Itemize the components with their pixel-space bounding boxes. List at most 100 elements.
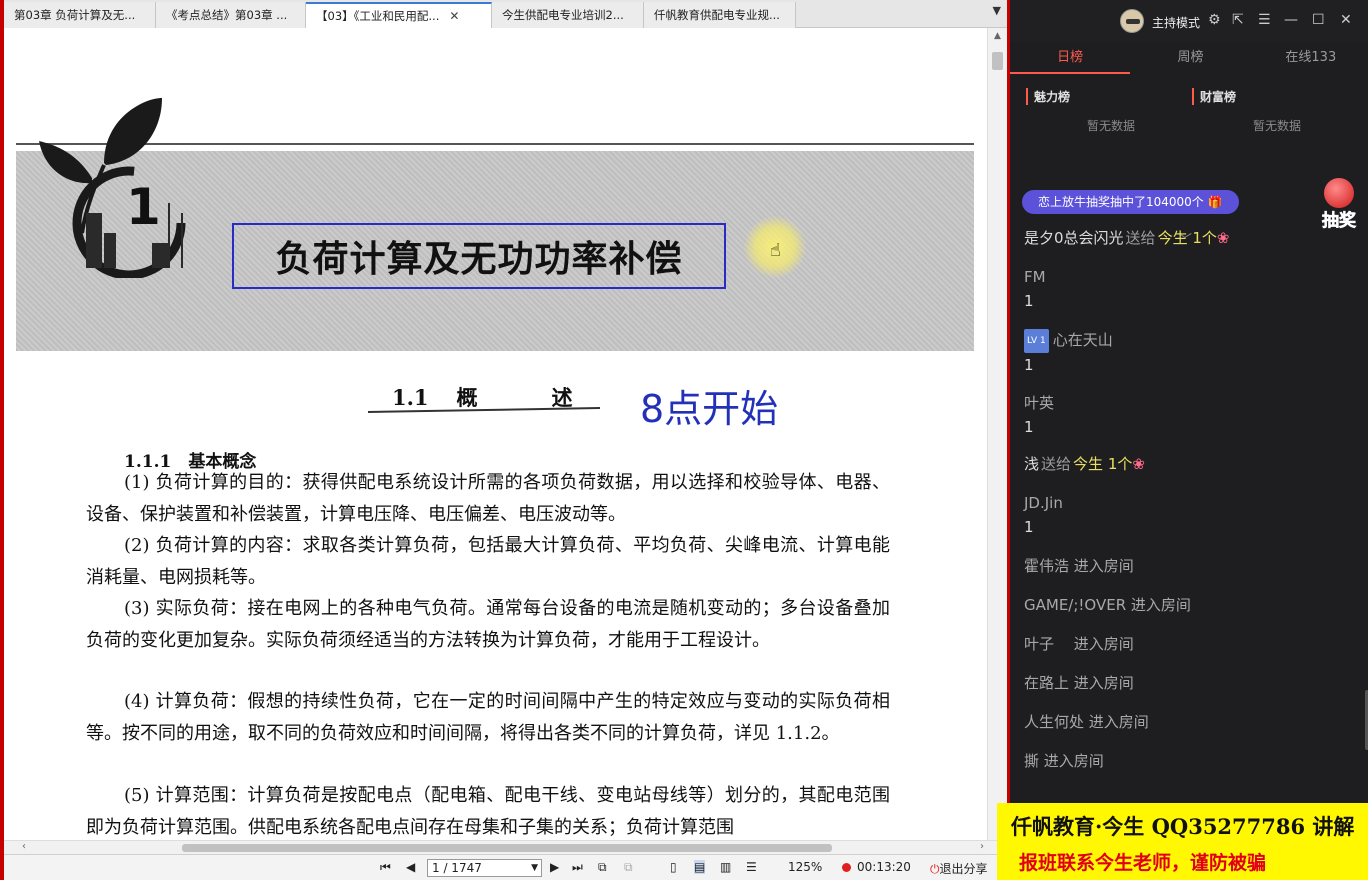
level-badge: LV 1 xyxy=(1024,328,1049,353)
chevron-down-icon[interactable]: ▼ xyxy=(531,860,538,876)
chat-enter-message: 在路上 进入房间 xyxy=(1024,672,1134,693)
charm-ranking-empty: 暂无数据 xyxy=(1086,119,1135,133)
lottery-banner: 恋上放牛抽奖抽中了104000个 🎁 xyxy=(1022,190,1239,214)
tab-weekly[interactable]: 周榜 xyxy=(1130,42,1250,74)
live-stream-panel: 主持模式 ⚙ ⇱ ☰ — ☐ ✕ 日榜 周榜 在线133 魅力榜 暂无数据 财富… xyxy=(1007,0,1368,880)
section-title-char-2: 述 xyxy=(551,385,573,410)
two-page-view-icon[interactable]: ▥ xyxy=(720,860,731,874)
chat-enter-text: 进入房间 xyxy=(1130,596,1191,614)
chat-enter-text: 进入房间 xyxy=(1088,713,1149,731)
chat-enter-message: GAME/;!OVER 进入房间 xyxy=(1024,594,1191,615)
close-icon[interactable]: ✕ xyxy=(1340,12,1352,28)
chat-user: 霍伟浩 xyxy=(1024,557,1070,575)
paragraph-5: (5) 计算范围：计算负荷是按配电点（配电箱、配电干线、变电站母线等）划分的，其… xyxy=(86,785,890,838)
single-page-view-icon[interactable]: ▯ xyxy=(670,860,677,874)
chat-message: JD.Jin 1 xyxy=(1024,491,1063,539)
horizontal-scroll-thumb[interactable] xyxy=(182,844,832,852)
wealth-ranking-title: 财富榜 xyxy=(1192,88,1362,105)
recording-timer: 00:13:20 xyxy=(842,860,911,874)
first-page-icon[interactable]: ⏮ xyxy=(380,860,391,875)
paste-page-icon[interactable]: ⧉ xyxy=(624,860,633,875)
ranking-tabs: 日榜 周榜 在线133 xyxy=(1010,42,1368,74)
continuous-view-icon[interactable]: ▤ xyxy=(694,860,706,874)
chat-user: FM xyxy=(1024,268,1046,286)
tab-label: 第03章 负荷计算及无... xyxy=(14,8,136,22)
chat-enter-message: 霍伟浩 进入房间 xyxy=(1024,555,1134,576)
handwritten-annotation: 8点开始 xyxy=(640,387,779,431)
tab-label: 【03】《工业和民用配... xyxy=(316,9,440,23)
scroll-left-icon[interactable]: ‹ xyxy=(22,841,26,852)
chat-action: 送给 xyxy=(1125,229,1156,247)
vertical-scroll-thumb[interactable] xyxy=(992,52,1003,70)
wealth-ranking: 财富榜 暂无数据 xyxy=(1192,88,1362,134)
document-tab-3-active[interactable]: 【03】《工业和民用配... ✕ xyxy=(306,2,492,28)
chat-gift-target: 今生 xyxy=(1157,229,1188,247)
horizontal-scrollbar[interactable]: ‹ › xyxy=(4,840,1007,854)
minimize-icon[interactable]: — xyxy=(1284,12,1298,28)
document-tab-4[interactable]: 今生供配电专业培训2... xyxy=(492,2,644,28)
next-page-icon[interactable]: ▶ xyxy=(550,860,559,874)
avatar[interactable] xyxy=(1120,9,1144,33)
lottery-draw-label: 抽奖 xyxy=(1322,211,1357,232)
document-tab-1[interactable]: 第03章 负荷计算及无... xyxy=(4,2,156,28)
vertical-scrollbar[interactable]: ▲ xyxy=(987,28,1007,840)
chat-enter-message: 撕 进入房间 xyxy=(1024,750,1104,771)
last-page-icon[interactable]: ⏭ xyxy=(572,860,583,875)
chat-user: 人生何处 xyxy=(1024,713,1085,731)
scroll-right-icon[interactable]: › xyxy=(980,841,984,852)
chat-gift-count: 1个 xyxy=(1192,229,1217,247)
zoom-level[interactable]: 125% xyxy=(788,860,822,874)
copy-page-icon[interactable]: ⧉ xyxy=(598,860,607,875)
pdf-viewer: 第03章 负荷计算及无... 《考点总结》第03章 ... 【03】《工业和民用… xyxy=(0,0,1007,880)
chat-action: 送给 xyxy=(1041,455,1072,473)
document-tab-2[interactable]: 《考点总结》第03章 ... xyxy=(156,2,306,28)
popout-icon[interactable]: ⇱ xyxy=(1232,12,1244,28)
wealth-ranking-empty: 暂无数据 xyxy=(1252,119,1301,133)
chat-enter-text: 进入房间 xyxy=(1073,674,1134,692)
chapter-number: 1 xyxy=(126,178,161,236)
page-number-input[interactable]: 1 / 1747 ▼ xyxy=(427,859,542,877)
chat-user: 心在天山 xyxy=(1052,331,1113,349)
document-tab-5[interactable]: 仟帆教育供配电专业规... xyxy=(644,2,796,28)
chat-gift-target: 今生 xyxy=(1073,455,1104,473)
chat-message: FM 1 xyxy=(1024,265,1046,313)
gift-icon: 🎁 xyxy=(1207,195,1223,209)
tab-label: 《考点总结》第03章 ... xyxy=(166,8,288,22)
charm-ranking-title: 魅力榜 xyxy=(1026,88,1196,105)
chat-message: 是夕0总会闪光 送给 今生 1个❀ xyxy=(1024,227,1229,248)
chat-feed: 恋上放牛抽奖抽中了104000个 🎁 是夕0总会闪光 送给 今生 1个❀ FM 1 … xyxy=(1010,165,1362,795)
chat-user: 叶英 xyxy=(1024,394,1055,412)
flower-gift-icon: ❀ xyxy=(1216,229,1230,247)
power-icon: ⏻ xyxy=(930,862,940,876)
exit-share-button[interactable]: ⏻退出分享 xyxy=(930,860,988,877)
tab-online[interactable]: 在线133 xyxy=(1251,42,1368,74)
chat-enter-text: 进入房间 xyxy=(1073,557,1134,575)
close-icon[interactable]: ✕ xyxy=(449,9,459,23)
chat-message: 浅送给 今生 1个❀ xyxy=(1024,453,1145,474)
maximize-icon[interactable]: ☐ xyxy=(1312,12,1325,28)
settings-gear-icon[interactable]: ⚙ xyxy=(1208,12,1221,28)
pdf-page: 1 负荷计算及无功功率补偿 ☝ 1.1 概述 8点开始 1.1.1 基本概念 (1… xyxy=(4,28,987,840)
lottery-text: 恋上放牛抽奖抽中了104000个 xyxy=(1038,195,1204,209)
scroll-view-icon[interactable]: ☰ xyxy=(746,860,757,874)
chat-body: 1 xyxy=(1024,355,1034,374)
recording-dot-icon xyxy=(842,863,851,872)
chat-body: 1 xyxy=(1024,518,1034,536)
document-tab-bar: 第03章 负荷计算及无... 《考点总结》第03章 ... 【03】《工业和民用… xyxy=(4,0,1007,28)
timer-text: 00:13:20 xyxy=(857,860,911,874)
host-mode-label[interactable]: 主持模式 xyxy=(1152,14,1200,31)
chat-enter-message: 叶子 进入房间 xyxy=(1024,633,1134,654)
chat-user: 在路上 xyxy=(1024,674,1070,692)
tab-daily[interactable]: 日榜 xyxy=(1010,42,1131,74)
tab-label: 今生供配电专业培训2... xyxy=(502,8,624,22)
live-header: 主持模式 ⚙ ⇱ ☰ — ☐ ✕ xyxy=(1010,0,1368,42)
tab-list-dropdown-icon[interactable]: ▼ xyxy=(993,4,1001,17)
promo-banner: 仟帆教育·今生 QQ35277786 讲解 报班联系今生老师，谨防被骗 xyxy=(997,803,1368,880)
chat-message: 叶英 1 xyxy=(1024,391,1054,439)
lottery-draw-button[interactable]: 抽奖 xyxy=(1316,178,1362,234)
prev-page-icon[interactable]: ◀ xyxy=(406,860,415,874)
menu-icon[interactable]: ☰ xyxy=(1258,12,1271,28)
app-root: 第03章 负荷计算及无... 《考点总结》第03章 ... 【03】《工业和民用… xyxy=(0,0,1368,880)
chat-user: 撕 xyxy=(1024,752,1040,770)
scroll-up-icon[interactable]: ▲ xyxy=(988,28,1007,44)
